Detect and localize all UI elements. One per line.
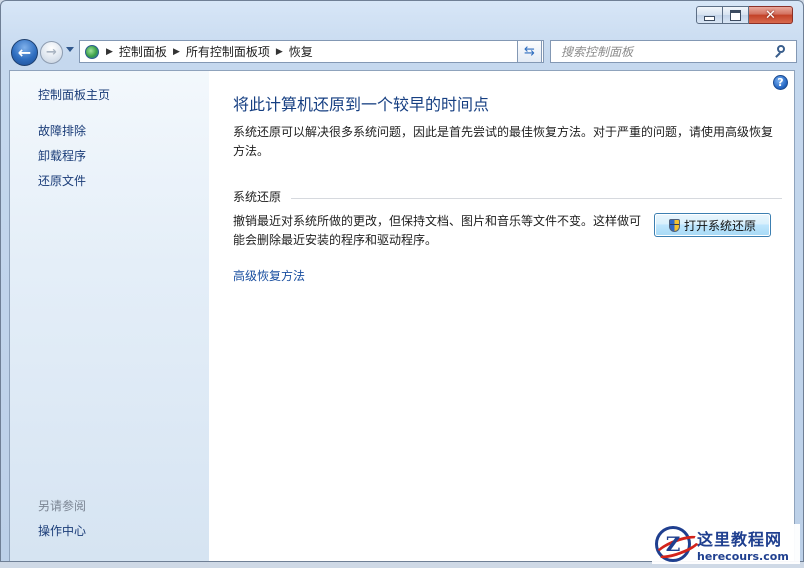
open-system-restore-label: 打开系统还原	[683, 218, 756, 233]
page-description: 系统还原可以解决很多系统问题，因此是首先尝试的最佳恢复方法。对于严重的问题，请使…	[233, 125, 774, 158]
control-panel-home-link[interactable]: 控制面板主页	[38, 86, 110, 103]
search-box[interactable]	[550, 40, 797, 63]
control-panel-icon	[84, 44, 100, 60]
system-restore-description: 撤销最近对系统所做的更改，但保持文档、图片和音乐等文件不变。这样做可能会删除最近…	[233, 214, 642, 247]
troubleshooting-link[interactable]: 故障排除	[38, 122, 86, 139]
restore-files-link[interactable]: 还原文件	[38, 172, 86, 189]
task-pane: 控制面板主页 故障排除 卸载程序 还原文件 另请参阅 操作中心	[10, 71, 209, 561]
breadcrumb-control-panel[interactable]: 控制面板	[119, 43, 167, 60]
uninstall-program-link[interactable]: 卸载程序	[38, 147, 86, 164]
maximize-button[interactable]	[723, 6, 749, 24]
breadcrumb-separator-icon[interactable]: ▶	[173, 47, 180, 57]
back-arrow-icon: ←	[17, 43, 32, 62]
control-panel-window: ✕ ← → ▶ 控制面板 ▶ 所有控制面板项 ▶ 恢复 ⇆ 控制面板主页 故障排…	[0, 0, 804, 562]
breadcrumb-separator-icon[interactable]: ▶	[276, 47, 283, 57]
main-panel: 将此计算机还原到一个较早的时间点 系统还原可以解决很多系统问题，因此是首先尝试的…	[233, 71, 794, 561]
refresh-button[interactable]: ⇆	[517, 40, 542, 63]
recent-pages-dropdown-icon[interactable]	[66, 47, 74, 52]
search-icon[interactable]	[774, 44, 788, 59]
action-center-link[interactable]: 操作中心	[38, 522, 86, 539]
section-divider	[291, 198, 782, 199]
back-button[interactable]: ←	[11, 39, 38, 66]
breadcrumb-separator-icon[interactable]: ▶	[106, 47, 113, 57]
uac-shield-icon	[668, 218, 680, 232]
advanced-recovery-link[interactable]: 高级恢复方法	[233, 267, 305, 284]
site-watermark: Z 这里教程网 herecours.com	[652, 524, 800, 564]
breadcrumb-all-items[interactable]: 所有控制面板项	[186, 43, 270, 60]
minimize-button[interactable]	[696, 6, 723, 24]
caption-buttons: ✕	[696, 6, 793, 24]
content-area: 控制面板主页 故障排除 卸载程序 还原文件 另请参阅 操作中心 ? 将此计算机还…	[9, 70, 795, 561]
watermark-text: 这里教程网 herecours.com	[697, 526, 789, 563]
search-input[interactable]	[559, 43, 774, 60]
address-bar[interactable]: ▶ 控制面板 ▶ 所有控制面板项 ▶ 恢复	[79, 40, 544, 63]
refresh-icon: ⇆	[524, 44, 535, 59]
open-system-restore-button[interactable]: 打开系统还原	[654, 213, 771, 237]
close-button[interactable]: ✕	[749, 6, 793, 24]
close-icon: ✕	[765, 7, 776, 23]
see-also-heading: 另请参阅	[38, 499, 87, 513]
site-logo-icon: Z	[655, 526, 691, 562]
navigation-bar: ← → ▶ 控制面板 ▶ 所有控制面板项 ▶ 恢复 ⇆	[9, 38, 797, 66]
maximize-icon	[730, 9, 741, 21]
watermark-name: 这里教程网	[697, 529, 783, 549]
forward-button[interactable]: →	[40, 41, 63, 64]
logo-letter: Z	[665, 532, 681, 556]
system-restore-section-title: 系统还原	[233, 190, 282, 204]
forward-arrow-icon: →	[46, 45, 57, 60]
minimize-icon	[704, 15, 715, 21]
page-title: 将此计算机还原到一个较早的时间点	[233, 95, 490, 114]
breadcrumb-recovery[interactable]: 恢复	[289, 43, 313, 60]
watermark-url: herecours.com	[697, 549, 789, 563]
